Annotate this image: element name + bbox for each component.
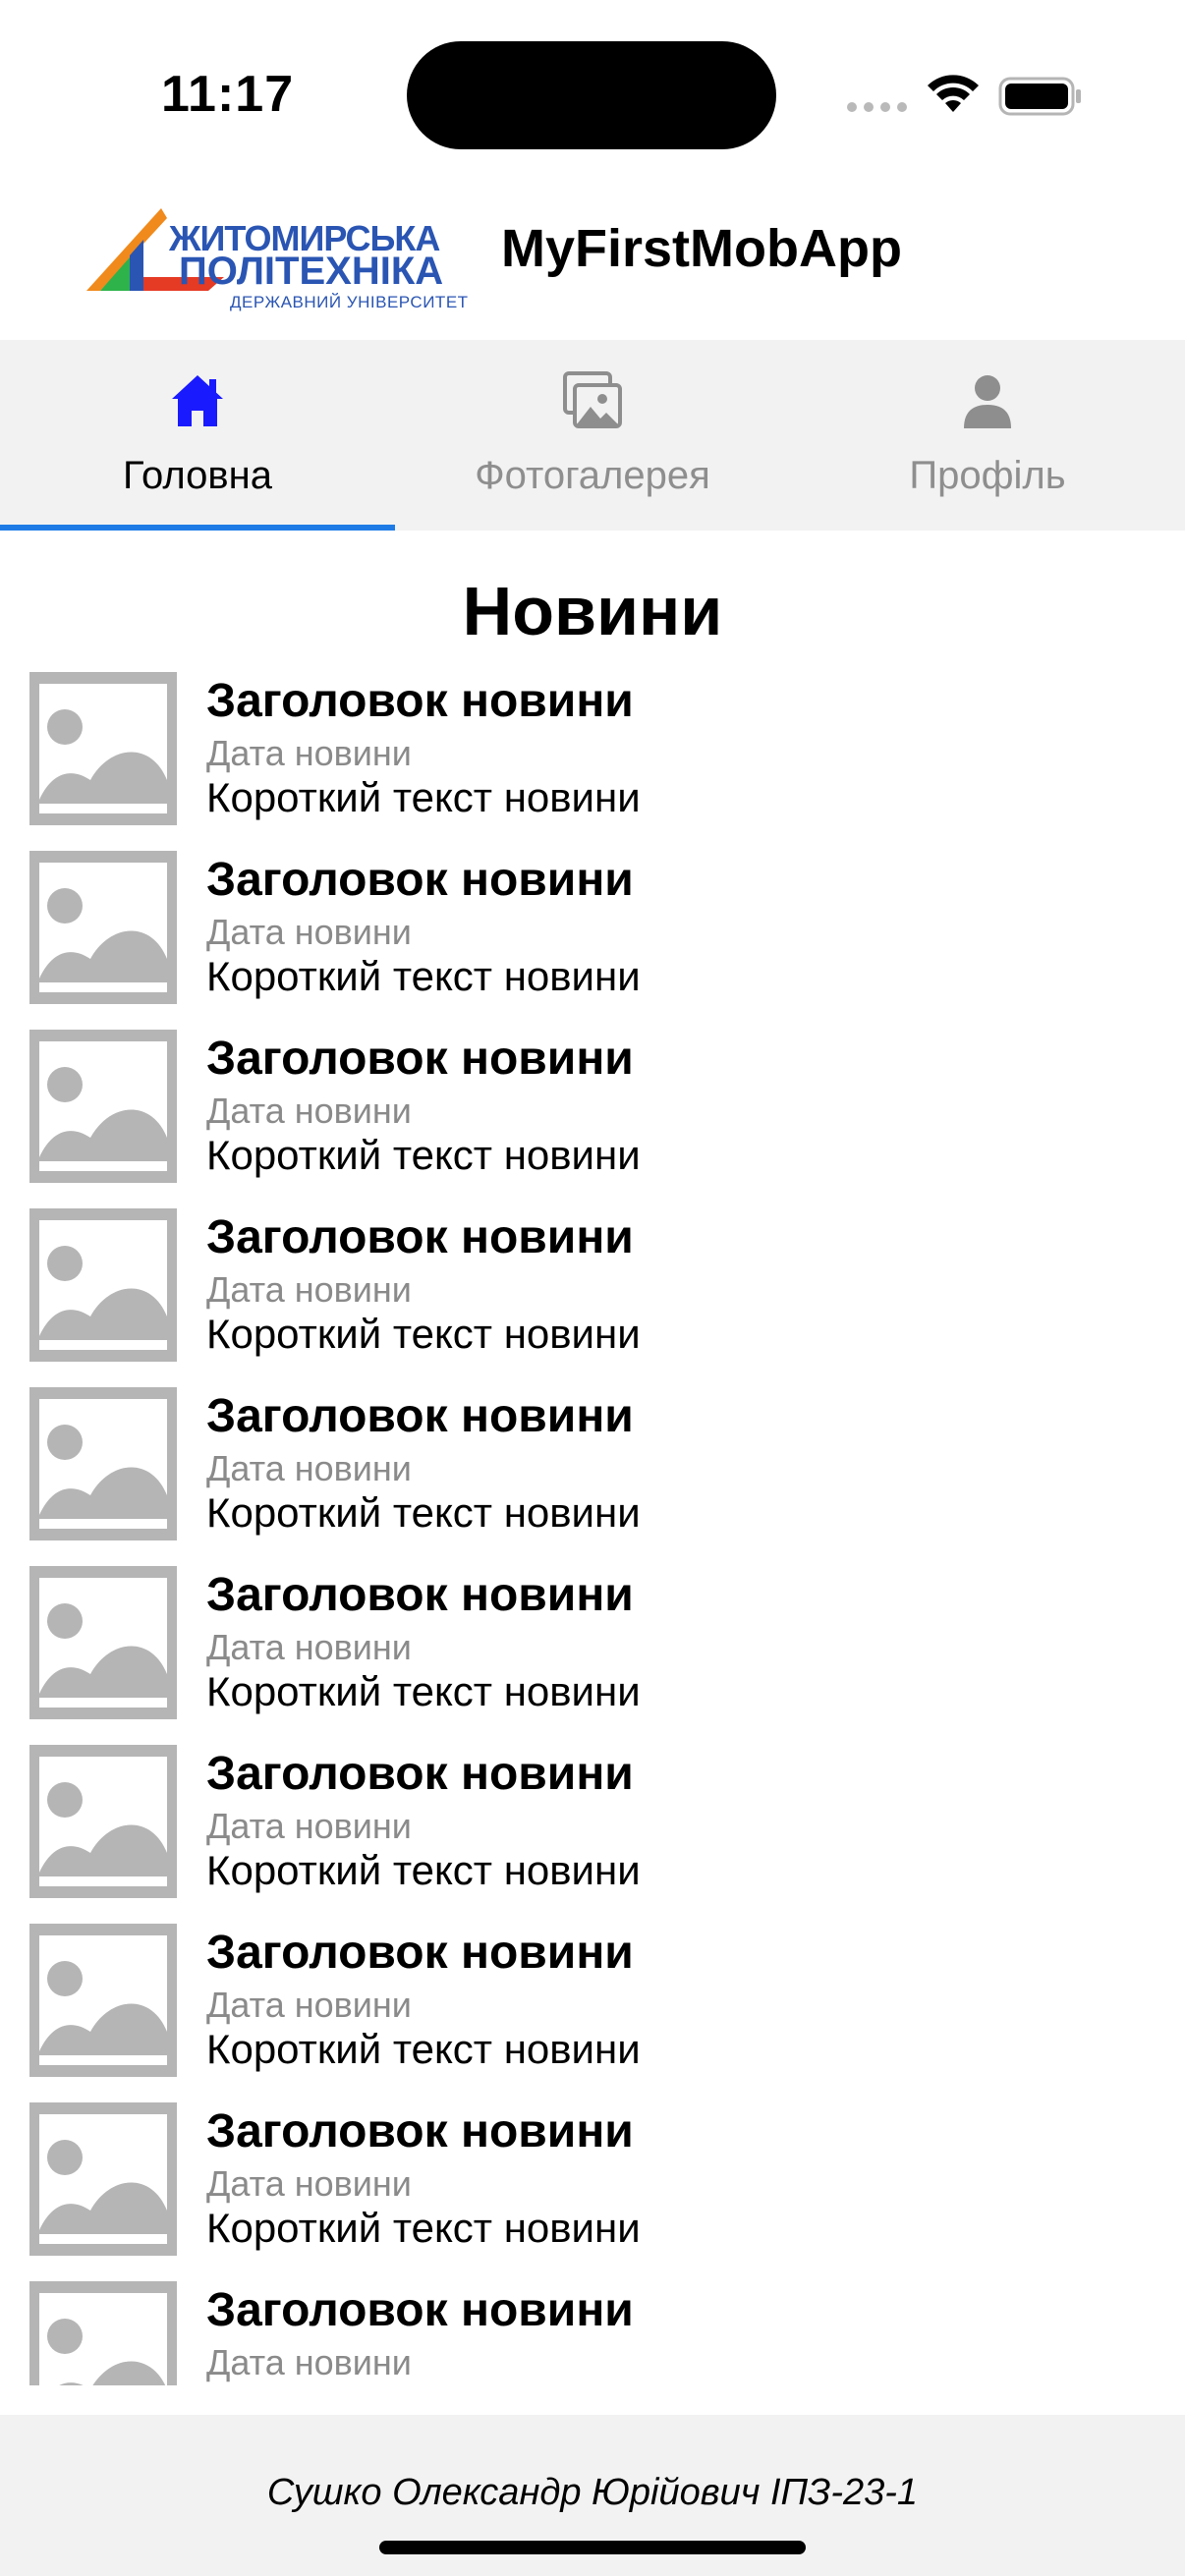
status-bar: 11:17 [0, 0, 1185, 187]
image-placeholder-icon [29, 1030, 177, 1183]
wifi-icon [928, 75, 979, 112]
news-item[interactable]: Заголовок новини Дата новини Короткий те… [0, 1566, 1185, 1745]
image-placeholder-icon [29, 1208, 177, 1362]
news-date: Дата новини [206, 912, 412, 952]
news-title: Заголовок новини [206, 675, 634, 727]
news-title: Заголовок новини [206, 1033, 634, 1085]
image-placeholder-icon [29, 1924, 177, 2077]
news-date: Дата новини [206, 1269, 412, 1310]
cellular-signal-icon [847, 102, 907, 112]
news-title: Заголовок новини [206, 2105, 634, 2157]
app-title: MyFirstMobApp [501, 219, 902, 278]
tab-photo-gallery[interactable]: Фотогалерея [395, 340, 790, 531]
news-text: Короткий текст новини [206, 1132, 641, 1178]
app-header: ЖИТОМИРСЬКА ПОЛІТЕХНІКА ДЕРЖАВНИЙ УНІВЕР… [0, 187, 1185, 340]
news-title: Заголовок новини [206, 854, 634, 906]
news-title: Заголовок новини [206, 1748, 634, 1800]
tab-profile-label: Профіль [909, 454, 1066, 497]
status-time: 11:17 [161, 66, 295, 123]
news-date: Дата новини [206, 2163, 412, 2204]
news-item[interactable]: Заголовок новини Дата новини Короткий те… [0, 2102, 1185, 2281]
image-placeholder-icon [29, 2281, 177, 2385]
image-placeholder-icon [29, 1387, 177, 1540]
news-item[interactable]: Заголовок новини Дата новини Короткий те… [0, 851, 1185, 1030]
footer: Сушко Олександр Юрійович ІПЗ-23-1 [0, 2415, 1185, 2576]
news-date: Дата новини [206, 1806, 412, 1846]
tab-profile[interactable]: Профіль [790, 340, 1185, 531]
logo-text-line2: ПОЛІТЕХНІКА [179, 250, 444, 293]
news-date: Дата новини [206, 2342, 412, 2382]
news-text: Короткий текст новини [206, 2026, 641, 2072]
university-logo: ЖИТОМИРСЬКА ПОЛІТЕХНІКА ДЕРЖАВНИЙ УНІВЕР… [86, 196, 468, 314]
image-placeholder-icon [29, 851, 177, 1004]
news-title: Заголовок новини [206, 1569, 634, 1621]
news-text: Короткий текст новини [206, 1847, 641, 1893]
news-date: Дата новини [206, 1091, 412, 1131]
image-placeholder-icon [29, 672, 177, 825]
news-date: Дата новини [206, 1627, 412, 1667]
home-indicator[interactable] [379, 2541, 806, 2554]
home-icon [172, 375, 223, 426]
news-title: Заголовок новини [206, 1211, 634, 1263]
image-placeholder-icon [29, 2102, 177, 2256]
news-title: Заголовок новини [206, 1390, 634, 1442]
image-placeholder-icon [29, 1745, 177, 1898]
footer-author-text: Сушко Олександр Юрійович ІПЗ-23-1 [266, 2472, 919, 2513]
news-item[interactable]: Заголовок новини Дата новини Короткий те… [0, 672, 1185, 851]
news-text: Короткий текст новини [206, 774, 641, 820]
news-date: Дата новини [206, 733, 412, 773]
dynamic-island [407, 41, 776, 149]
news-date: Дата новини [206, 1448, 412, 1488]
news-item[interactable]: Заголовок новини Дата новини Короткий те… [0, 1387, 1185, 1566]
image-placeholder-icon [29, 1566, 177, 1719]
battery-icon [998, 77, 1081, 116]
news-text: Короткий текст новини [206, 1668, 641, 1714]
news-text: Короткий текст новини [206, 1311, 641, 1357]
news-text: Короткий текст новини [206, 953, 641, 999]
section-title: Новини [462, 573, 723, 649]
news-title: Заголовок новини [206, 2284, 634, 2336]
tab-home-label: Головна [123, 454, 272, 497]
news-list[interactable]: Заголовок новини Дата новини Короткий те… [0, 672, 1185, 2385]
news-title: Заголовок новини [206, 1927, 634, 1979]
news-item[interactable]: Заголовок новини Дата новини Короткий те… [0, 1208, 1185, 1387]
news-item[interactable]: Заголовок новини Дата новини [0, 2281, 1185, 2385]
news-item[interactable]: Заголовок новини Дата новини Короткий те… [0, 1924, 1185, 2102]
news-item[interactable]: Заголовок новини Дата новини Короткий те… [0, 1745, 1185, 1924]
tab-home[interactable]: Головна [0, 340, 395, 531]
news-date: Дата новини [206, 1985, 412, 2025]
logo-text-line3: ДЕРЖАВНИЙ УНІВЕРСИТЕТ [230, 293, 469, 311]
photo-gallery-icon [563, 371, 622, 428]
news-text: Короткий текст новини [206, 1489, 641, 1536]
news-text: Короткий текст новини [206, 2205, 641, 2251]
news-item[interactable]: Заголовок новини Дата новини Короткий те… [0, 1030, 1185, 1208]
top-tab-bar: Головна Фотогалерея Профіль [0, 340, 1185, 531]
tab-photo-gallery-label: Фотогалерея [475, 454, 710, 497]
person-icon [964, 375, 1011, 428]
news-screen[interactable]: Новини Заголовок новини Дата новини Коро… [0, 531, 1185, 2385]
